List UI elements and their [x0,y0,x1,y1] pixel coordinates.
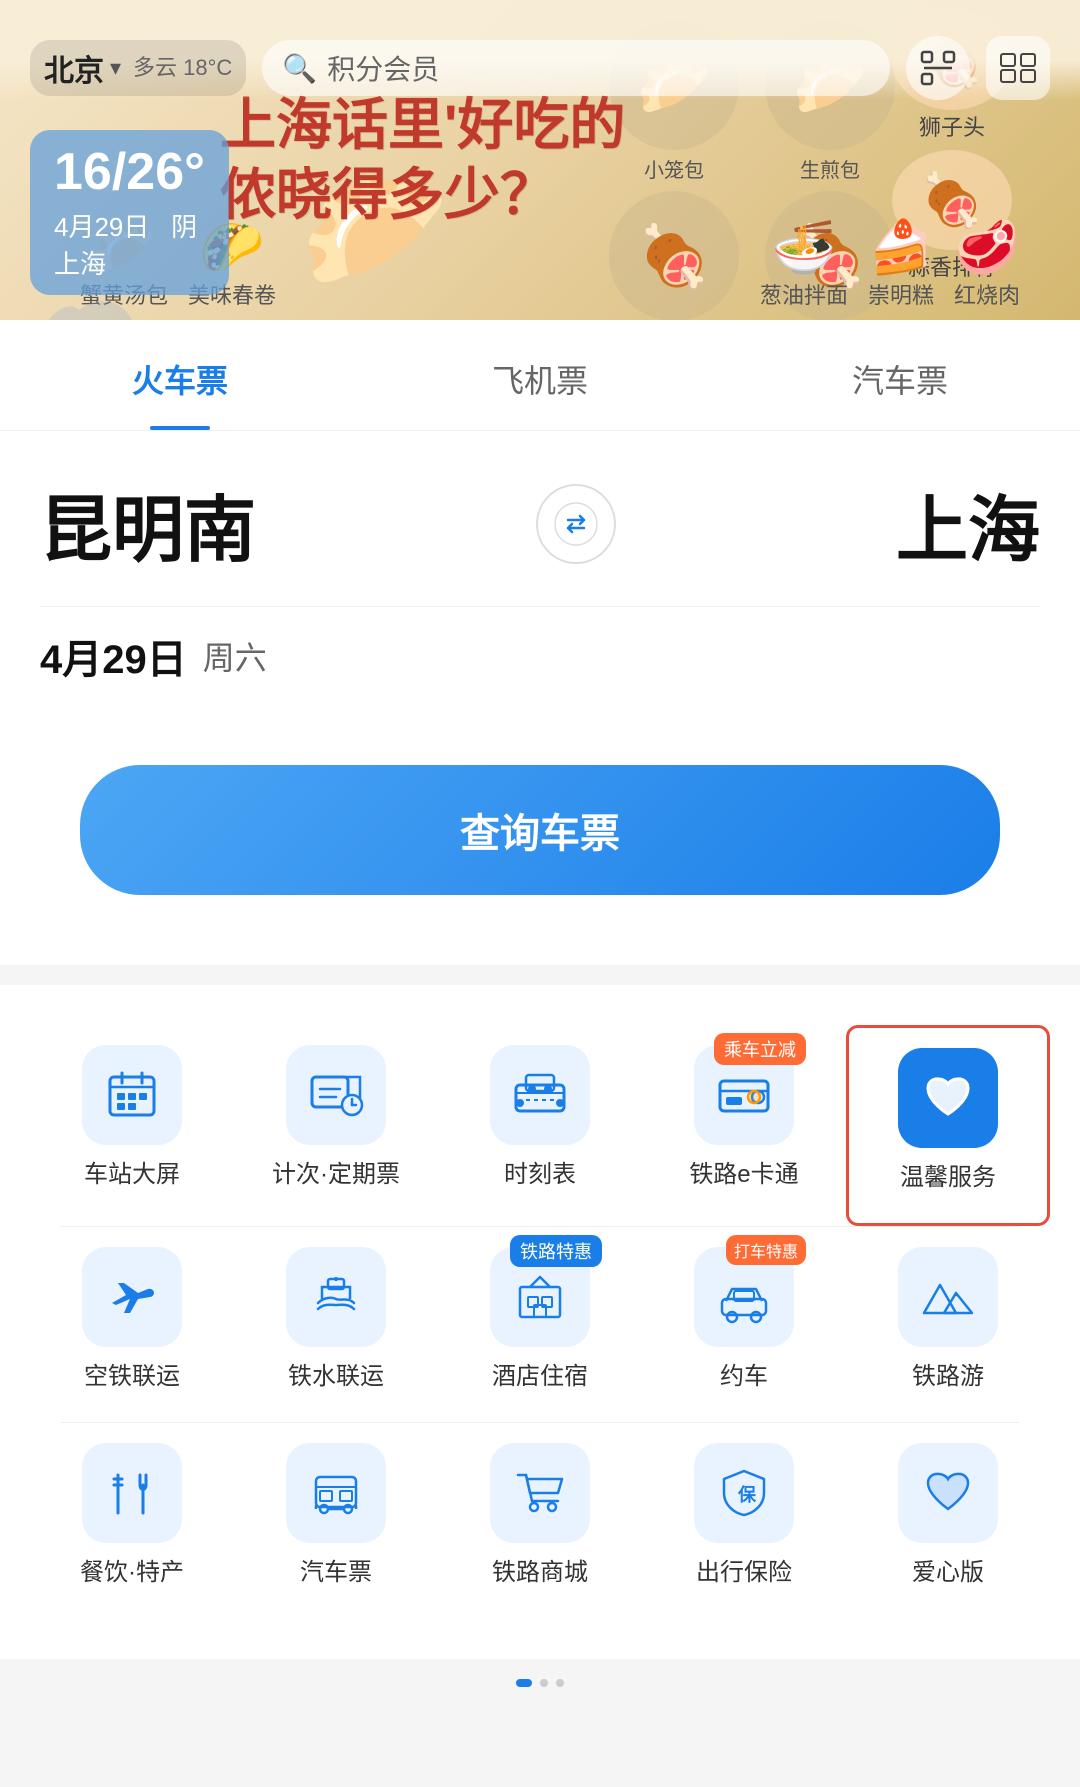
weather-city: 上海 [54,244,205,281]
cart-icon [512,1465,568,1521]
scan-button[interactable] [906,36,970,100]
weather-badge: 16/26° 4月29日 阴 上海 [30,130,229,295]
service-taxi[interactable]: 打车特惠 约车 [642,1227,846,1422]
more-button[interactable] [986,36,1050,100]
tab-train[interactable]: 火车票 [0,320,360,430]
weather-date: 4月29日 [54,212,149,242]
weather-range: 16/26° [54,144,205,201]
ticket-tabs: 火车票 飞机票 汽车票 [0,320,1080,431]
search-ticket-button[interactable]: 查询车票 [80,765,1000,895]
chevron-down-icon: ▾ [110,55,121,81]
service-periodic-ticket[interactable]: 计次·定期票 [234,1025,438,1226]
arrival-station[interactable]: 上海 [896,471,1040,576]
weather-condition: 阴 [171,212,197,242]
location-button[interactable]: 北京 ▾ 多云 18°C [30,40,246,96]
food-icon [104,1465,160,1521]
route-section: 昆明南 上海 4月29日 周六 [0,431,1080,735]
tabs-row: 火车票 飞机票 汽车票 [0,320,1080,431]
air-rail-icon [104,1269,160,1325]
search-icon: 🔍 [282,52,317,85]
badge-ride-discount: 乘车立减 [714,1033,806,1065]
header-banner: 🥟 小笼包 🥟 生煎包 🍖 狮子头 🍖 蒜香排骨 🍖 狮子头 [0,0,1080,320]
search-label: 积分会员 [327,48,439,88]
service-air-rail[interactable]: 空铁联运 [30,1227,234,1422]
svg-text:保: 保 [737,1484,757,1505]
weather-temp: 多云 18°C [133,50,232,82]
service-timetable[interactable]: 时刻表 [438,1025,642,1226]
service-hotel[interactable]: 铁路特惠 酒店住宿 [438,1227,642,1422]
shield-icon: 保 [716,1465,772,1521]
dot-1 [540,1679,548,1687]
service-rail-tour[interactable]: 铁路游 [846,1227,1050,1422]
dot-active [516,1679,532,1687]
service-grid-row2: 空铁联运 铁水联运 [30,1227,1050,1422]
service-grid-row3: 餐饮·特产 汽车票 [30,1423,1050,1618]
search-bar[interactable]: 🔍 积分会员 [262,40,890,96]
scan-icon [920,50,956,86]
tab-bus[interactable]: 汽车票 [720,320,1080,430]
service-grid-row1: 车站大屏 计次·定期票 [30,1025,1050,1226]
service-accessible[interactable]: 爱心版 [846,1423,1050,1618]
badge-hotel-special: 铁路特惠 [510,1235,602,1267]
timetable-icon [512,1067,568,1123]
search-section: 查询车票 [0,735,1080,965]
service-rail-shop[interactable]: 铁路商城 [438,1423,642,1618]
service-food-special[interactable]: 餐饮·特产 [30,1423,234,1618]
calendar-icon [104,1067,160,1123]
dot-2 [556,1679,564,1687]
badge-car-special: 打车特惠 [726,1235,806,1265]
ship-icon [308,1269,364,1325]
periodic-ticket-icon [308,1067,364,1123]
route-row: 昆明南 上海 [40,471,1040,576]
scroll-indicator [0,1659,1080,1787]
grid-icon [1000,53,1036,83]
car-icon [716,1269,772,1325]
heart-accessible-icon [920,1465,976,1521]
service-insurance[interactable]: 保 出行保险 [642,1423,846,1618]
service-bus-ticket[interactable]: 汽车票 [234,1423,438,1618]
service-station-screen[interactable]: 车站大屏 [30,1025,234,1226]
banner-title: 上海话里'好吃的 侬晓得多少？ [220,90,625,230]
swap-icon [554,502,598,546]
heart-service-icon [920,1070,976,1126]
main-content: 火车票 飞机票 汽车票 昆明南 上海 [0,320,1080,1787]
services-section: 车站大屏 计次·定期票 [0,985,1080,1659]
banner-food-row-right: 🍜 葱油拌面 🍰 崇明糕 🥩 红烧肉 [760,217,1020,310]
date-row[interactable]: 4月29日 周六 [40,606,1040,705]
rail-card-icon [716,1067,772,1123]
mountain-icon [920,1269,976,1325]
service-warm-service[interactable]: 温馨服务 [846,1025,1050,1226]
departure-station[interactable]: 昆明南 [40,471,256,576]
weather-date-row: 4月29日 阴 [54,207,205,244]
service-water-rail[interactable]: 铁水联运 [234,1227,438,1422]
tab-flight[interactable]: 飞机票 [360,320,720,430]
swap-button[interactable] [536,484,616,564]
hotel-icon [512,1269,568,1325]
bus-icon [308,1465,364,1521]
location-text: 北京 [44,46,104,90]
service-rail-card[interactable]: 乘车立减 铁路e卡通 [642,1025,846,1226]
